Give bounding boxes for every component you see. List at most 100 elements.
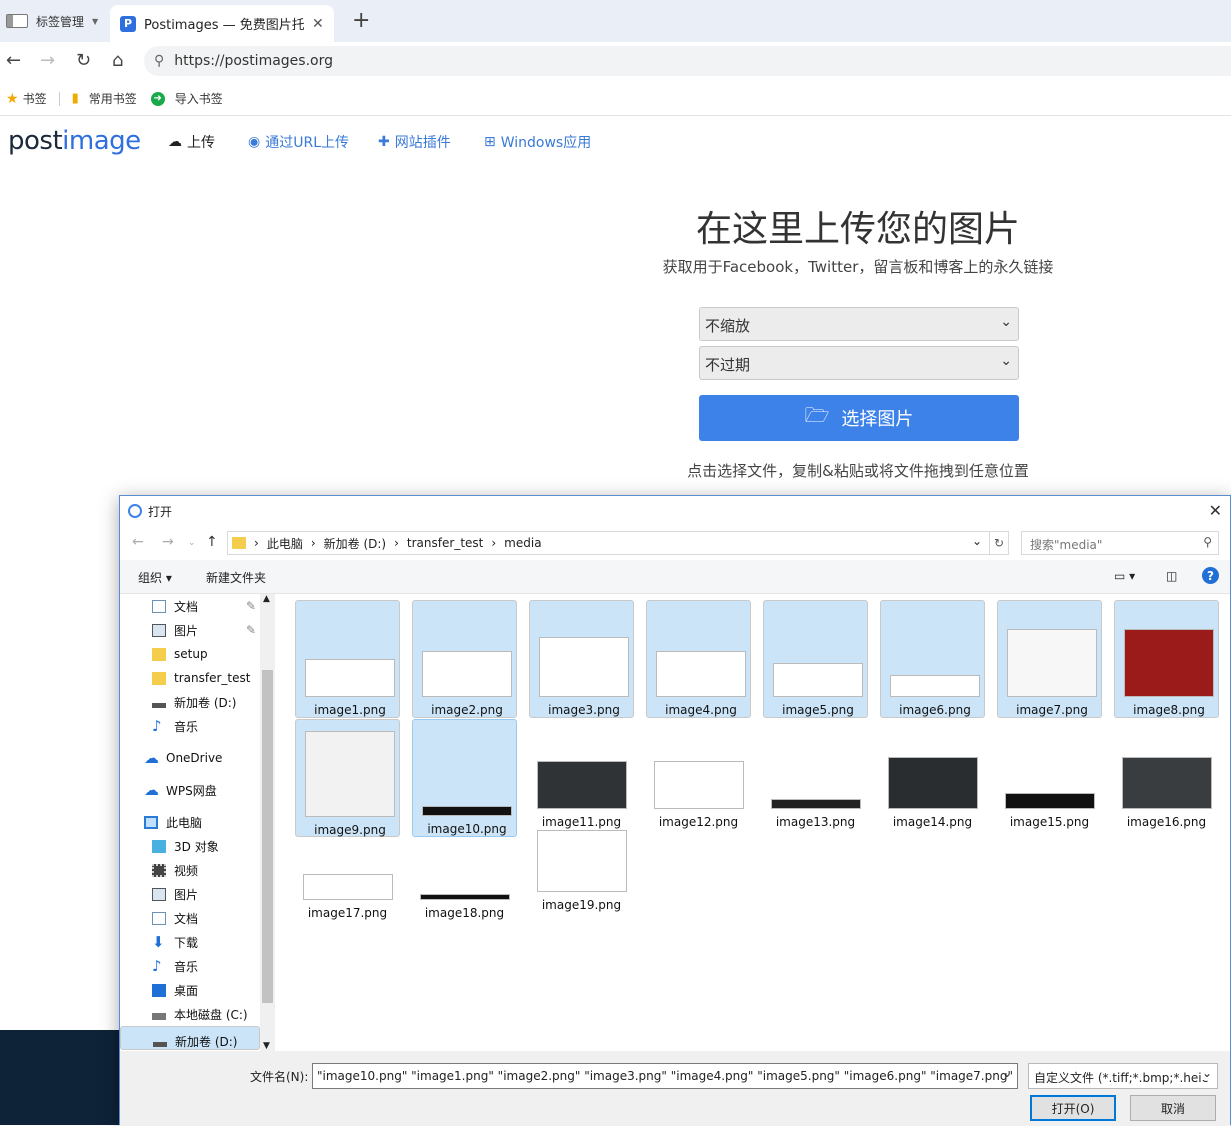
- nav-windows-app[interactable]: ⊞ Windows应用: [484, 132, 591, 152]
- file-item[interactable]: image6.png: [880, 600, 985, 718]
- home-icon[interactable]: ⌂: [112, 50, 123, 71]
- bookmark-item[interactable]: 导入书签: [175, 90, 223, 107]
- choose-images-button[interactable]: 🗁 选择图片: [699, 395, 1019, 441]
- view-options-icon[interactable]: ▭ ▾: [1114, 569, 1135, 583]
- close-icon[interactable]: ✕: [312, 16, 324, 32]
- forward-icon[interactable]: →: [40, 50, 55, 71]
- thumbnail: [655, 628, 747, 697]
- breadcrumb-item[interactable]: media: [504, 536, 541, 550]
- address-bar[interactable]: ⚲ https://postimages.org: [144, 46, 1231, 76]
- file-item[interactable]: image8.png: [1114, 600, 1219, 718]
- organize-button[interactable]: 组织 ▾: [138, 569, 172, 586]
- pictures-icon: [152, 623, 166, 637]
- up-arrow-icon[interactable]: ↑: [206, 534, 218, 550]
- forward-icon[interactable]: →: [162, 534, 174, 550]
- resize-select[interactable]: 不缩放 ⌄: [699, 307, 1019, 341]
- back-icon[interactable]: ←: [132, 534, 144, 550]
- drive-icon: [153, 1042, 167, 1047]
- search-input[interactable]: 搜索"media" ⚲: [1021, 531, 1219, 555]
- nav-item-documents[interactable]: 文档 ✎: [120, 594, 260, 618]
- filename-input[interactable]: "image10.png" "image1.png" "image2.png" …: [312, 1063, 1018, 1089]
- nav-item-this-pc[interactable]: 此电脑: [120, 810, 260, 834]
- bookmark-item[interactable]: 常用书签: [89, 90, 137, 107]
- nav-url-upload[interactable]: ◉ 通过URL上传: [248, 132, 349, 152]
- file-item[interactable]: image1.png: [295, 600, 400, 718]
- preview-pane-icon[interactable]: ◫: [1166, 569, 1177, 583]
- back-icon[interactable]: ←: [6, 50, 21, 71]
- nav-upload[interactable]: ☁ 上传: [168, 132, 215, 152]
- desktop-icon: [152, 983, 166, 997]
- chevron-up-icon[interactable]: ▲: [263, 594, 270, 604]
- chevron-down-icon[interactable]: ▼: [263, 1041, 270, 1051]
- close-icon[interactable]: ✕: [1209, 501, 1222, 520]
- nav-item-wps[interactable]: ☁ WPS网盘: [120, 778, 260, 802]
- file-item[interactable]: image5.png: [763, 600, 868, 718]
- nav-plugins[interactable]: ✚ 网站插件: [378, 132, 451, 152]
- scrollbar-thumb[interactable]: [262, 670, 273, 1003]
- breadcrumb-item[interactable]: 新加卷 (D:): [324, 535, 386, 552]
- tab-manager[interactable]: 标签管理 ▼: [0, 0, 108, 42]
- file-item[interactable]: image15.png: [997, 719, 1102, 837]
- file-item[interactable]: image3.png: [529, 600, 634, 718]
- file-item[interactable]: image13.png: [763, 719, 868, 837]
- nav-item-drive-d[interactable]: 新加卷 (D:): [120, 690, 260, 714]
- postimage-logo[interactable]: postimage: [8, 126, 141, 156]
- nav-item-documents-2[interactable]: 文档: [120, 906, 260, 930]
- nav-item-desktop[interactable]: 桌面: [120, 978, 260, 1002]
- url-text: https://postimages.org: [174, 53, 333, 69]
- file-item[interactable]: image12.png: [646, 719, 751, 837]
- postimages-favicon-icon: P: [120, 15, 136, 32]
- nav-item-videos[interactable]: 视频: [120, 858, 260, 882]
- expire-select[interactable]: 不过期 ⌄: [699, 346, 1019, 380]
- sidebar-toggle-icon[interactable]: [6, 14, 28, 28]
- chevron-down-icon[interactable]: ⌄: [1202, 1066, 1213, 1080]
- thumbnail: [770, 739, 862, 809]
- nav-item-music-2[interactable]: ♪ 音乐: [120, 954, 260, 978]
- chevron-down-icon[interactable]: ⌄: [1002, 1066, 1012, 1080]
- tab-title: Postimages — 免费图片托管: [144, 18, 304, 33]
- nav-item-3d-objects[interactable]: 3D 对象: [120, 834, 260, 858]
- dialog-toolbar: 组织 ▾ 新建文件夹 ▭ ▾ ◫ ?: [120, 560, 1230, 594]
- file-type-select[interactable]: 自定义文件 (*.tiff;*.bmp;*.heic: [1028, 1063, 1218, 1089]
- background-window: [0, 1030, 122, 1125]
- new-tab-button[interactable]: +: [352, 8, 370, 33]
- nav-scrollbar[interactable]: ▲ ▼: [260, 594, 275, 1051]
- dialog-footer: 文件名(N): "image10.png" "image1.png" "imag…: [120, 1051, 1230, 1126]
- open-button[interactable]: 打开(O): [1030, 1095, 1116, 1121]
- file-item[interactable]: image19.png: [529, 810, 634, 928]
- file-item[interactable]: image4.png: [646, 600, 751, 718]
- chevron-down-icon[interactable]: ⌄: [188, 538, 196, 548]
- refresh-icon[interactable]: ↻: [989, 531, 1009, 555]
- breadcrumb-item[interactable]: transfer_test: [407, 536, 483, 550]
- help-icon[interactable]: ?: [1202, 567, 1219, 584]
- chevron-down-icon[interactable]: ⌄: [972, 534, 982, 548]
- nav-item-onedrive[interactable]: ☁ OneDrive: [120, 746, 260, 770]
- thumbnail: [1004, 739, 1096, 809]
- file-item[interactable]: image7.png: [997, 600, 1102, 718]
- thumbnail: [772, 628, 864, 697]
- new-folder-button[interactable]: 新建文件夹: [206, 569, 266, 586]
- file-item[interactable]: image2.png: [412, 600, 517, 718]
- nav-item-drive-c[interactable]: 本地磁盘 (C:): [120, 1002, 260, 1026]
- reload-icon[interactable]: ↻: [76, 50, 91, 71]
- file-item[interactable]: image18.png: [412, 810, 517, 928]
- nav-item-downloads[interactable]: ⬇ 下载: [120, 930, 260, 954]
- breadcrumb-item[interactable]: 此电脑: [267, 535, 303, 552]
- nav-item-drive-d-2[interactable]: 新加卷 (D:): [120, 1026, 260, 1050]
- breadcrumb[interactable]: › 此电脑 › 新加卷 (D:) › transfer_test › media…: [227, 531, 1009, 555]
- music-icon: ♪: [152, 957, 162, 975]
- file-item[interactable]: image16.png: [1114, 719, 1219, 837]
- divider: [58, 91, 60, 106]
- navigation-pane: 文档 ✎ 图片 ✎ setup transfer_test 新加卷 (D:) ♪ 音乐…: [120, 594, 275, 1051]
- bookmark-item[interactable]: 书签: [23, 90, 47, 107]
- tab-postimages[interactable]: P Postimages — 免费图片托管 ✕: [110, 5, 334, 42]
- nav-item-music[interactable]: ♪ 音乐: [120, 714, 260, 738]
- cancel-button[interactable]: 取消: [1130, 1095, 1216, 1121]
- file-item[interactable]: image14.png: [880, 719, 985, 837]
- nav-item-pictures[interactable]: 图片 ✎: [120, 618, 260, 642]
- nav-item-pictures-2[interactable]: 图片: [120, 882, 260, 906]
- nav-item-setup[interactable]: setup: [120, 642, 260, 666]
- folder-icon: [152, 647, 166, 661]
- file-item[interactable]: image17.png: [295, 810, 400, 928]
- nav-item-transfer-test[interactable]: transfer_test: [120, 666, 260, 690]
